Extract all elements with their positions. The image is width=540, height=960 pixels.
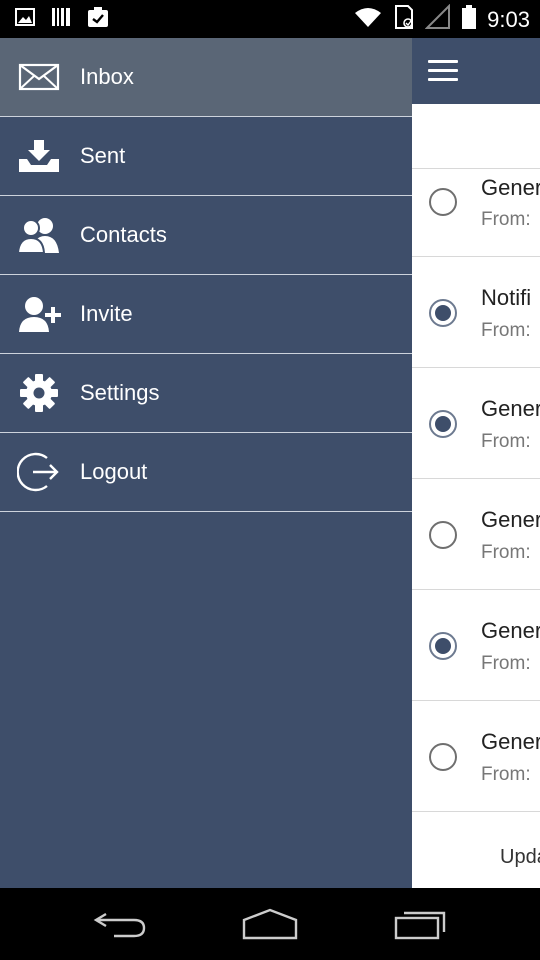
status-bar: 9:03	[0, 0, 540, 38]
message-select-radio[interactable]	[429, 521, 457, 549]
message-title: Gener	[481, 396, 540, 421]
message-title: Gener	[481, 507, 540, 532]
message-from: From:	[481, 320, 531, 341]
message-select-radio[interactable]	[429, 632, 457, 660]
back-icon[interactable]	[92, 906, 152, 942]
drawer-item-label: Sent	[80, 143, 126, 168]
barcode-icon	[50, 6, 72, 33]
message-select-radio[interactable]	[429, 299, 457, 327]
drawer-item-inbox[interactable]: Inbox	[0, 38, 412, 117]
tray-download-icon	[16, 133, 62, 179]
drawer-item-label: Settings	[80, 380, 160, 405]
message-from: From:	[481, 653, 531, 674]
drawer-item-label: Contacts	[80, 222, 167, 247]
signal-icon	[424, 3, 451, 35]
wifi-icon	[353, 5, 383, 34]
contacts-icon	[16, 212, 62, 258]
logout-icon	[16, 449, 62, 495]
home-icon[interactable]	[240, 906, 300, 942]
gear-icon	[16, 370, 62, 416]
recent-apps-icon[interactable]	[392, 906, 452, 942]
navigation-drawer: Inbox Sent Contacts Invite Settings Logo…	[0, 38, 412, 888]
menu-hamburger-icon[interactable]	[428, 59, 458, 83]
drawer-item-sent[interactable]: Sent	[0, 117, 412, 196]
system-navigation-bar	[0, 888, 540, 960]
add-user-icon	[16, 291, 62, 337]
drawer-item-label: Logout	[80, 459, 148, 484]
clock: 9:03	[487, 6, 530, 32]
message-select-radio[interactable]	[429, 188, 457, 216]
envelope-icon	[16, 54, 62, 100]
message-from: From:	[481, 542, 531, 563]
message-from: From:	[481, 209, 531, 230]
message-from: From:	[481, 431, 531, 452]
update-button[interactable]: Upda	[500, 846, 540, 869]
battery-icon	[461, 4, 477, 35]
message-from: From:	[481, 764, 531, 785]
message-select-radio[interactable]	[429, 410, 457, 438]
drawer-item-label: Inbox	[80, 64, 134, 89]
message-title: Gener	[481, 618, 540, 643]
drawer-item-contacts[interactable]: Contacts	[0, 196, 412, 275]
drawer-item-invite[interactable]: Invite	[0, 275, 412, 354]
drawer-item-label: Invite	[80, 301, 133, 326]
sd-card-icon	[393, 4, 415, 35]
message-title: Gener	[481, 729, 540, 754]
message-select-radio[interactable]	[429, 743, 457, 771]
drawer-item-settings[interactable]: Settings	[0, 354, 412, 433]
image-icon	[14, 6, 36, 33]
message-title: Gener	[481, 175, 540, 200]
drawer-item-logout[interactable]: Logout	[0, 433, 412, 512]
clipboard-check-icon	[86, 6, 110, 33]
message-title: Notifi	[481, 285, 532, 310]
